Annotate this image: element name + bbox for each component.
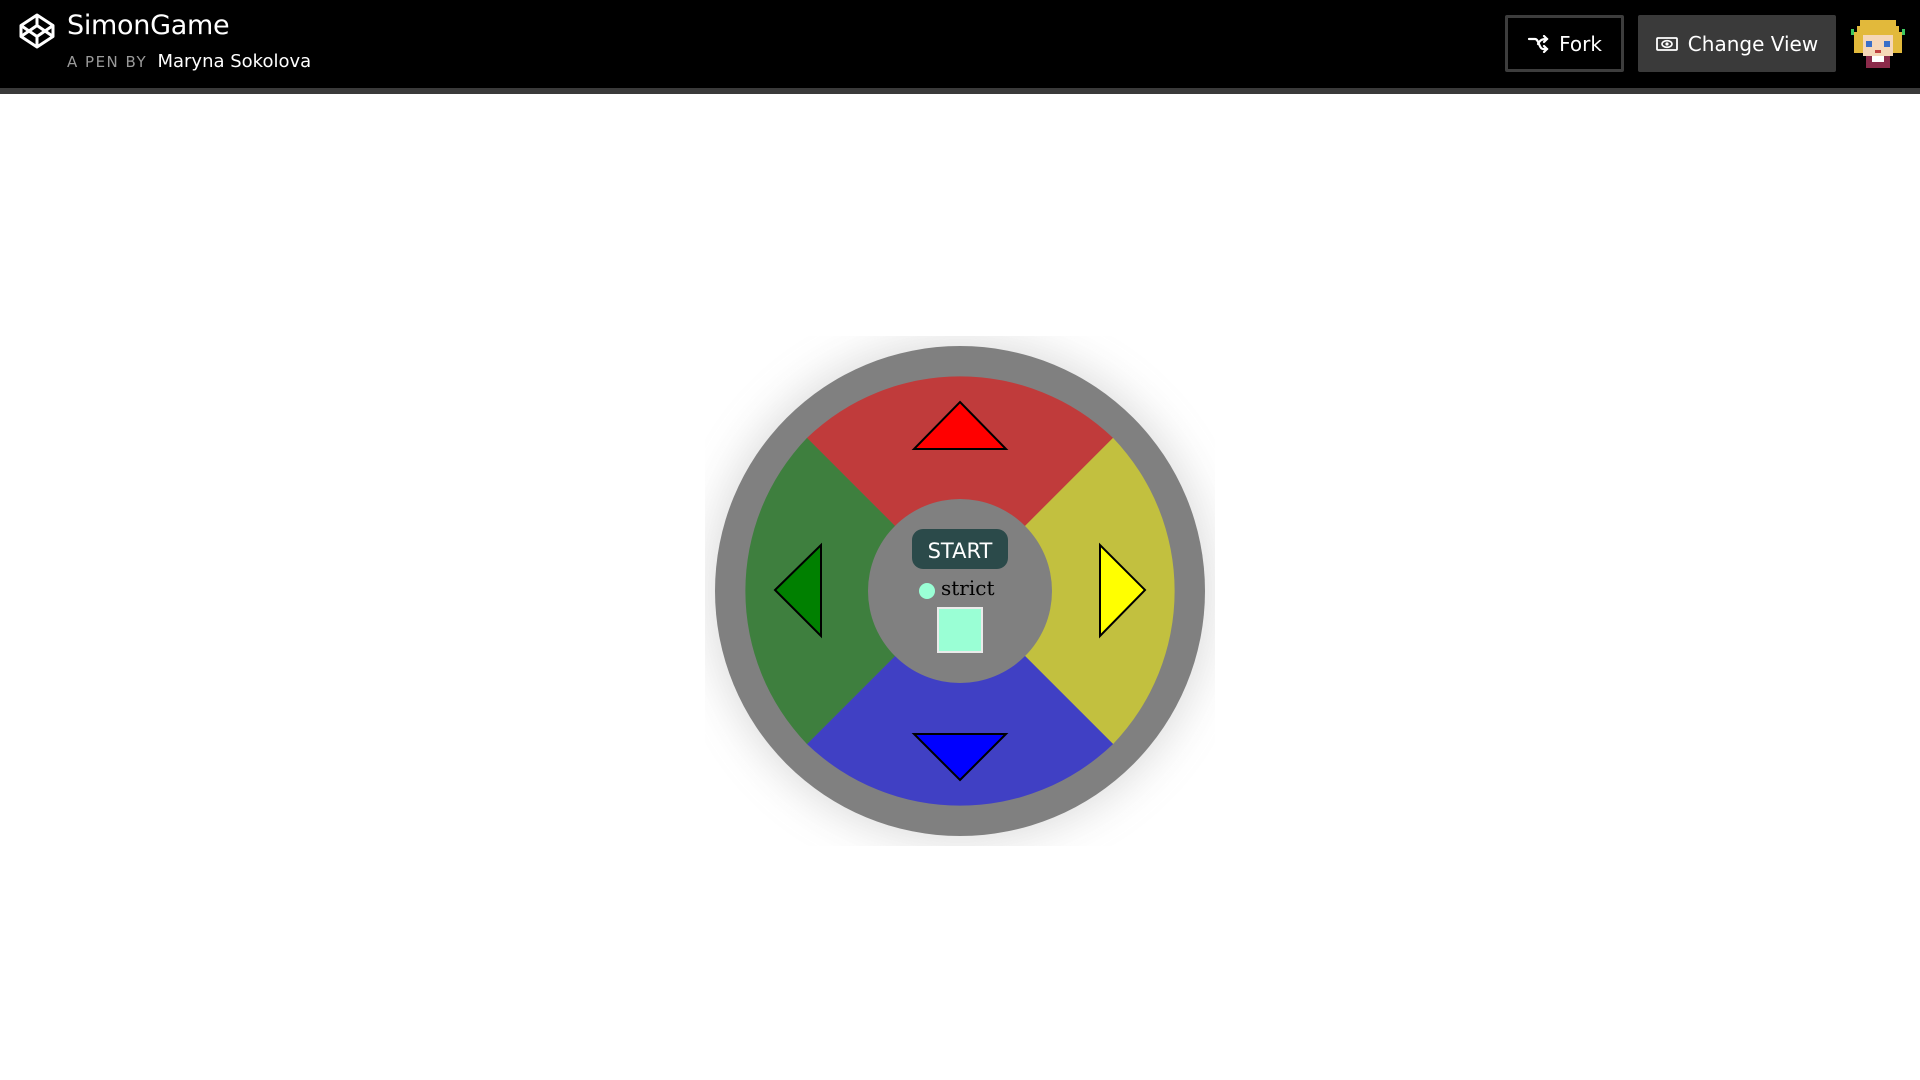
strict-label: strict	[941, 576, 995, 600]
change-view-button[interactable]: Change View	[1638, 15, 1836, 72]
preview-area: START strict	[0, 94, 1920, 1080]
fork-label: Fork	[1559, 31, 1602, 56]
codepen-logo-icon[interactable]	[18, 12, 56, 50]
byline: A PEN BY Maryna Sokolova	[67, 51, 311, 72]
start-label: START	[928, 539, 993, 563]
fork-button[interactable]: Fork	[1505, 15, 1624, 72]
byline-prefix: A PEN BY	[67, 53, 148, 71]
simon-game-board: START strict	[710, 341, 1210, 841]
strict-indicator-light	[919, 583, 935, 599]
eye-icon	[1655, 36, 1678, 51]
user-avatar[interactable]	[1848, 14, 1908, 74]
strict-toggle[interactable]	[937, 607, 983, 653]
fork-icon	[1527, 34, 1549, 53]
change-view-label: Change View	[1687, 31, 1819, 56]
top-bar: SimonGame A PEN BY Maryna Sokolova Fork …	[0, 0, 1920, 94]
pen-title: SimonGame	[67, 10, 230, 41]
author-link[interactable]: Maryna Sokolova	[157, 51, 311, 72]
